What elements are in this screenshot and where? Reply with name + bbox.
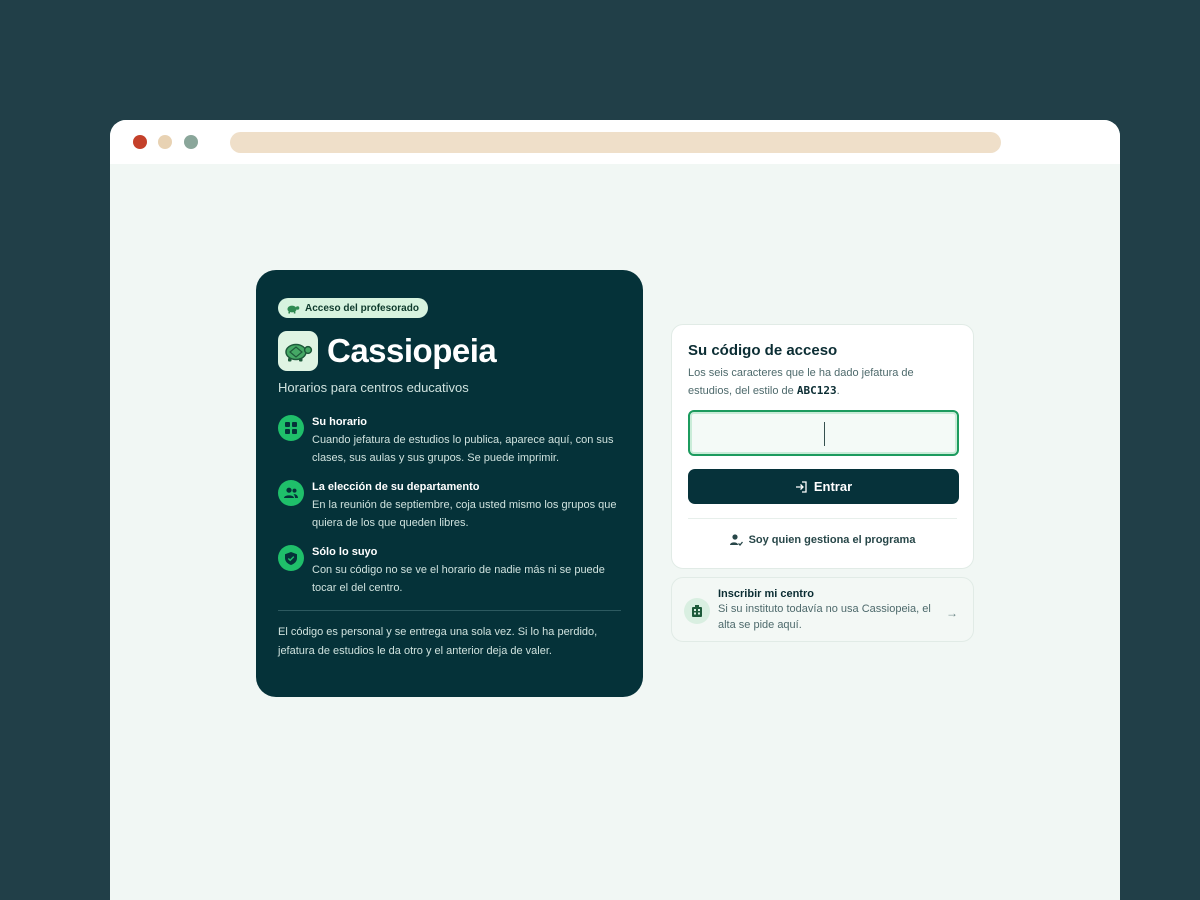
feature-text: En la reunión de septiembre, coja usted … <box>312 499 617 529</box>
login-title: Su código de acceso <box>688 342 838 359</box>
register-text: Si su instituto todavía no usa Cassiopei… <box>718 603 931 631</box>
subtitle-end: . <box>836 385 840 397</box>
login-subtitle: Los seis caracteres que le ha dado jefat… <box>688 365 957 400</box>
admin-login-link[interactable]: Soy quien gestiona el programa <box>688 534 957 546</box>
feature-text: Con su código no se ve el horario de nad… <box>312 564 605 594</box>
divider <box>688 518 957 519</box>
brand-name: Cassiopeia <box>327 332 497 369</box>
feature-item: Su horario Cuando jefatura de estudios l… <box>278 415 621 467</box>
register-title: Inscribir mi centro <box>718 588 814 600</box>
maximize-window-dot[interactable] <box>184 135 198 149</box>
tagline: Horarios para centros educativos <box>278 380 469 395</box>
feature-text: Cuando jefatura de estudios lo publica, … <box>312 434 614 464</box>
feature-title: Sólo lo suyo <box>312 546 378 558</box>
login-card: Su código de acceso Los seis caracteres … <box>671 324 974 569</box>
enter-label: Entrar <box>813 479 853 494</box>
browser-window: Acceso del profesorado Cassiopeia Horari… <box>110 120 1120 900</box>
close-window-dot[interactable] <box>133 135 147 149</box>
shield-check-icon <box>278 545 304 571</box>
text-caret <box>824 422 825 446</box>
example-code: ABC123 <box>796 384 837 397</box>
grid-icon <box>278 415 304 441</box>
feature-item: Sólo lo suyo Con su código no se ve el h… <box>278 545 621 597</box>
feature-title: La elección de su departamento <box>312 481 480 493</box>
teacher-access-badge: Acceso del profesorado <box>278 298 428 318</box>
feature-list: Su horario Cuando jefatura de estudios l… <box>278 415 621 597</box>
arrow-right-icon: → <box>946 606 958 620</box>
address-bar[interactable] <box>230 132 1001 153</box>
building-icon <box>684 598 710 624</box>
app-logo <box>278 331 318 371</box>
login-icon <box>795 480 807 493</box>
admin-link-label: Soy quien gestiona el programa <box>748 534 916 546</box>
enter-button[interactable]: Entrar <box>688 469 959 504</box>
minimize-window-dot[interactable] <box>158 135 172 149</box>
feature-title: Su horario <box>312 416 368 428</box>
hero-panel: Acceso del profesorado Cassiopeia Horari… <box>256 270 643 697</box>
badge-label: Acceso del profesorado <box>305 302 419 314</box>
people-icon <box>278 480 304 506</box>
turtle-icon <box>287 305 300 314</box>
brand: Cassiopeia <box>278 331 621 371</box>
register-school-card[interactable]: Inscribir mi centro Si su instituto toda… <box>671 577 974 642</box>
user-gear-icon <box>729 534 743 546</box>
code-note: El código es personal y se entrega una s… <box>278 626 598 657</box>
turtle-logo-icon <box>285 343 313 362</box>
divider <box>278 610 621 611</box>
access-code-input[interactable] <box>688 410 959 456</box>
browser-titlebar <box>110 120 1120 164</box>
feature-item: La elección de su departamento En la reu… <box>278 480 621 532</box>
